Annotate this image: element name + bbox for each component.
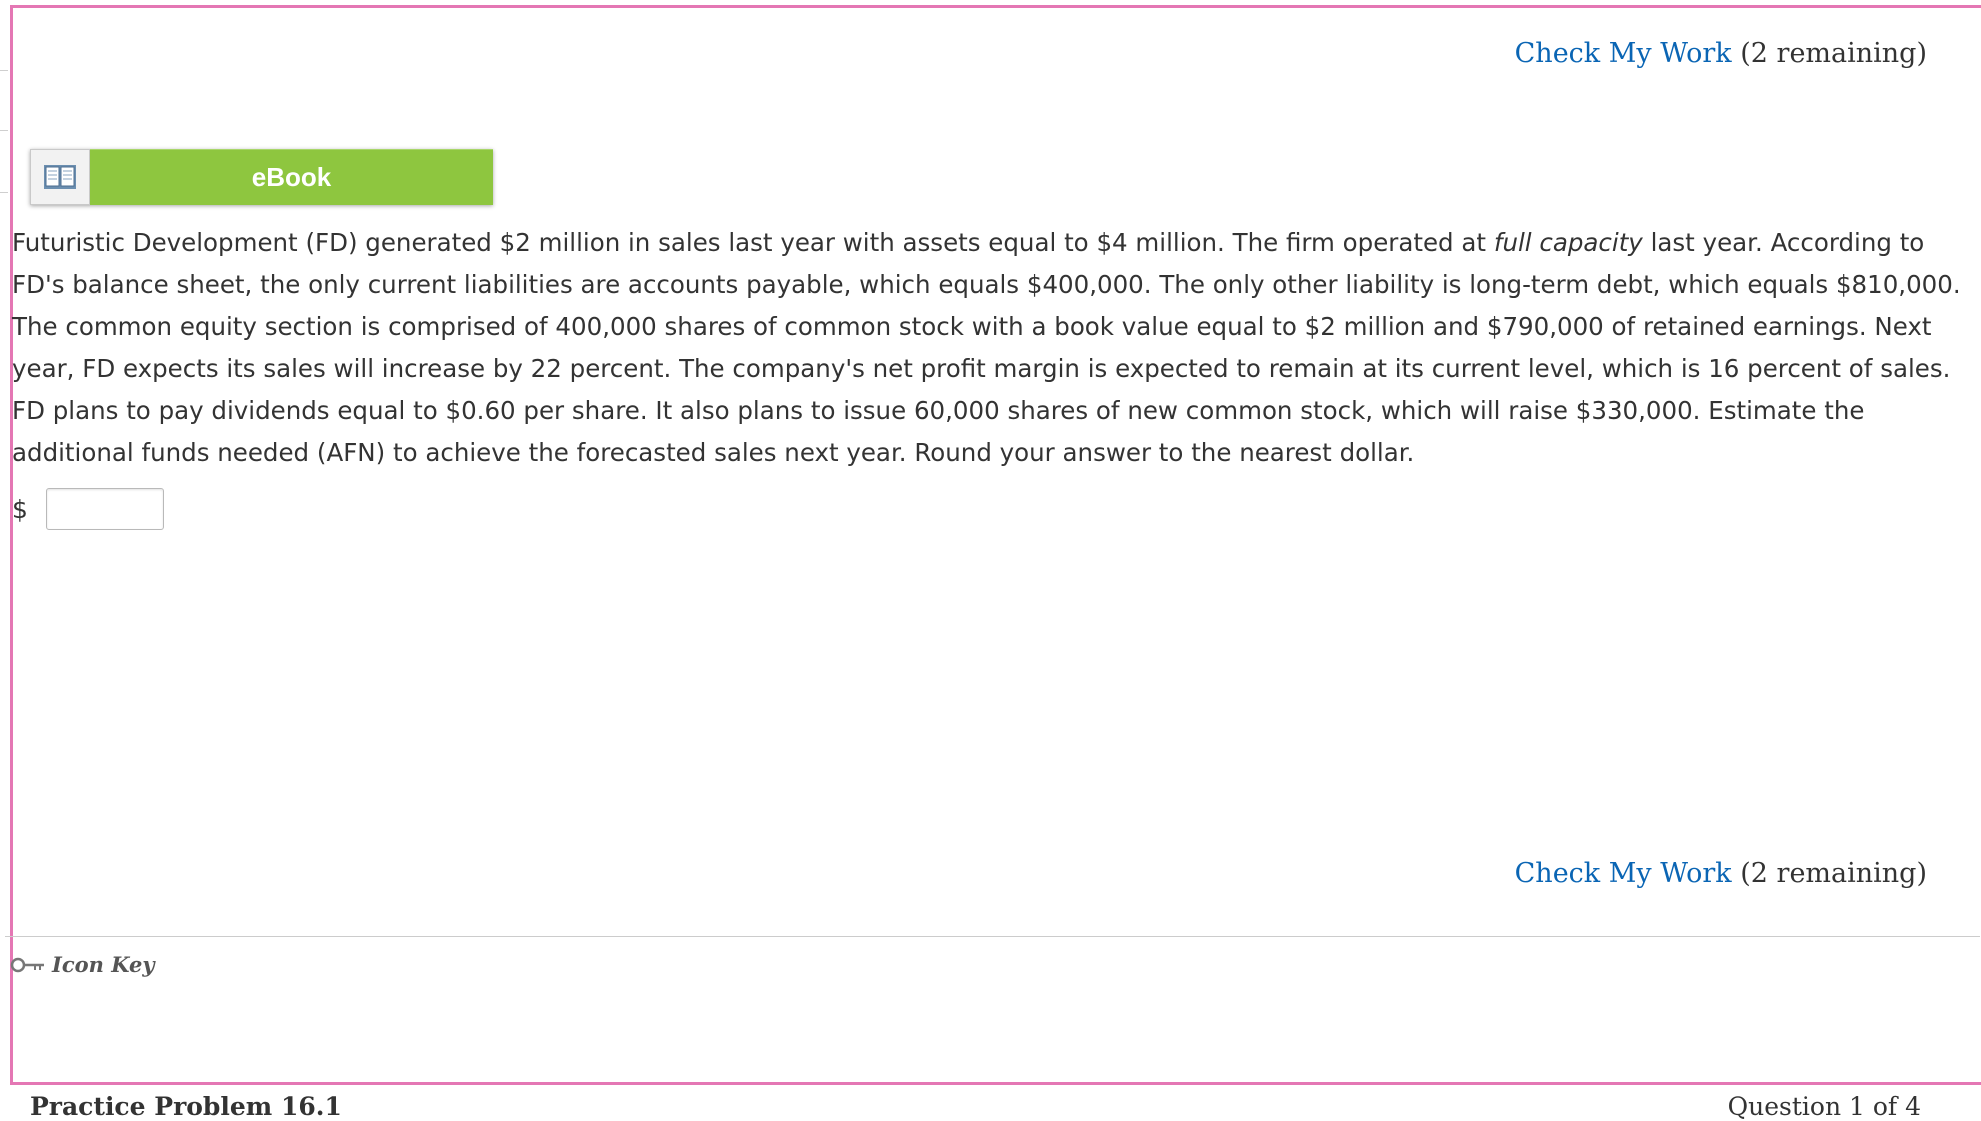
ebook-label: eBook xyxy=(90,149,493,205)
question-text: Futuristic Development (FD) generated $2… xyxy=(12,222,1972,474)
question-counter: Question 1 of 4 xyxy=(1727,1092,1921,1121)
question-emphasis: full capacity xyxy=(1493,228,1643,257)
afn-answer-input[interactable] xyxy=(46,488,164,530)
divider xyxy=(5,936,1980,937)
question-text-part1: Futuristic Development (FD) generated $2… xyxy=(12,228,1494,257)
check-my-work-link[interactable]: Check My Work xyxy=(1515,858,1732,889)
check-my-work-top: Check My Work (2 remaining) xyxy=(1515,38,1927,69)
question-text-part2: last year. According to FD's balance she… xyxy=(12,228,1961,467)
rail-divider xyxy=(0,130,8,131)
rail-divider xyxy=(0,192,8,193)
answer-row: $ xyxy=(12,488,164,530)
attempts-remaining: (2 remaining) xyxy=(1740,858,1927,889)
ebook-icon-box xyxy=(30,149,90,205)
rail-divider xyxy=(0,70,8,71)
book-icon xyxy=(44,165,76,189)
check-my-work-link[interactable]: Check My Work xyxy=(1515,38,1732,69)
currency-symbol: $ xyxy=(12,494,28,524)
attempts-remaining: (2 remaining) xyxy=(1740,38,1927,69)
practice-problem-title: Practice Problem 16.1 xyxy=(30,1092,342,1121)
check-my-work-bottom: Check My Work (2 remaining) xyxy=(1515,858,1927,889)
left-rail xyxy=(0,0,8,1111)
key-icon xyxy=(10,957,44,972)
icon-key-link[interactable]: Icon Key xyxy=(10,952,155,977)
ebook-button[interactable]: eBook xyxy=(30,149,493,205)
icon-key-label: Icon Key xyxy=(52,952,155,977)
